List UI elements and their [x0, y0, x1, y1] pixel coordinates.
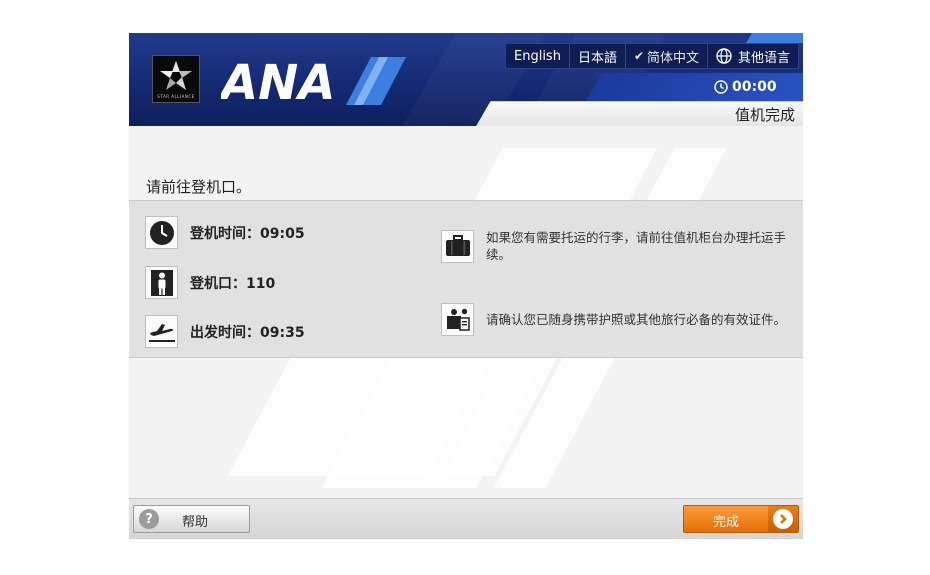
departure-time: 出发时间：09:35 — [190, 324, 305, 341]
language-chinese-button[interactable]: ✔ 简体中文 — [626, 44, 709, 68]
baggage-note: 如果您有需要托运的行李，请前往值机柜台办理托运手续。 — [486, 230, 787, 262]
language-label: 其他语言 — [738, 50, 791, 66]
suitcase-icon — [441, 229, 474, 263]
language-other-button[interactable]: 其他语言 — [708, 44, 798, 68]
document-note-row: 请确认您已随身携带护照或其他旅行必备的有效证件。 — [441, 303, 791, 336]
help-question-icon: ? — [139, 509, 159, 529]
instruction-text: 请前往登机口。 — [146, 178, 252, 196]
language-japanese-button[interactable]: 日本語 — [570, 44, 626, 68]
session-timer: 00:00 — [714, 77, 777, 97]
departure-time-row: 出发时间：09:35 — [145, 315, 305, 348]
language-english-button[interactable]: English — [506, 44, 570, 68]
kiosk-screen: STAR ALLIANCE ANA English 日本語 ✔ 简体中文 其他语 — [129, 33, 803, 539]
page-status-title: 值机完成 — [734, 106, 795, 124]
language-label: English — [514, 48, 561, 64]
plane-departure-icon — [145, 315, 178, 348]
language-label: 日本語 — [577, 50, 617, 66]
passport-check-icon — [441, 303, 474, 336]
timer-clock-icon — [714, 80, 728, 94]
gate-number: 登机口：110 — [190, 275, 276, 292]
star-alliance-logo: STAR ALLIANCE — [152, 55, 200, 103]
document-note: 请确认您已随身携带护照或其他旅行必备的有效证件。 — [486, 312, 787, 327]
language-selector: English 日本語 ✔ 简体中文 其他语言 — [505, 43, 800, 69]
header: STAR ALLIANCE ANA English 日本語 ✔ 简体中文 其他语 — [129, 33, 803, 126]
done-arrow-container — [768, 506, 798, 532]
ana-logo: ANA — [221, 55, 406, 107]
check-icon: ✔ — [633, 49, 645, 63]
header-accent-band — [746, 33, 803, 43]
star-alliance-text: STAR ALLIANCE — [157, 94, 195, 99]
help-button[interactable]: ? 帮助 — [133, 505, 250, 533]
globe-icon — [716, 48, 732, 64]
baggage-note-row: 如果您有需要托运的行李，请前往值机柜台办理托运手续。 — [441, 229, 791, 263]
person-gate-icon — [145, 266, 178, 299]
clock-icon — [145, 216, 178, 249]
help-button-label: 帮助 — [182, 515, 209, 530]
boarding-time: 登机时间：09:05 — [190, 225, 305, 242]
footer-bar: ? 帮助 完成 — [129, 498, 803, 539]
boarding-info-panel: 登机时间：09:05 登机口：110 出发时间：09:35 如果您有需要托运的行… — [129, 200, 803, 358]
chevron-right-icon — [773, 509, 793, 529]
done-button-label: 完成 — [712, 515, 739, 530]
brand-text: ANA — [221, 55, 335, 107]
gate-row: 登机口：110 — [145, 266, 275, 299]
done-button[interactable]: 完成 — [683, 505, 799, 533]
boarding-time-row: 登机时间：09:05 — [145, 216, 305, 249]
language-label: 简体中文 — [647, 50, 700, 66]
timer-value: 00:00 — [732, 79, 777, 95]
